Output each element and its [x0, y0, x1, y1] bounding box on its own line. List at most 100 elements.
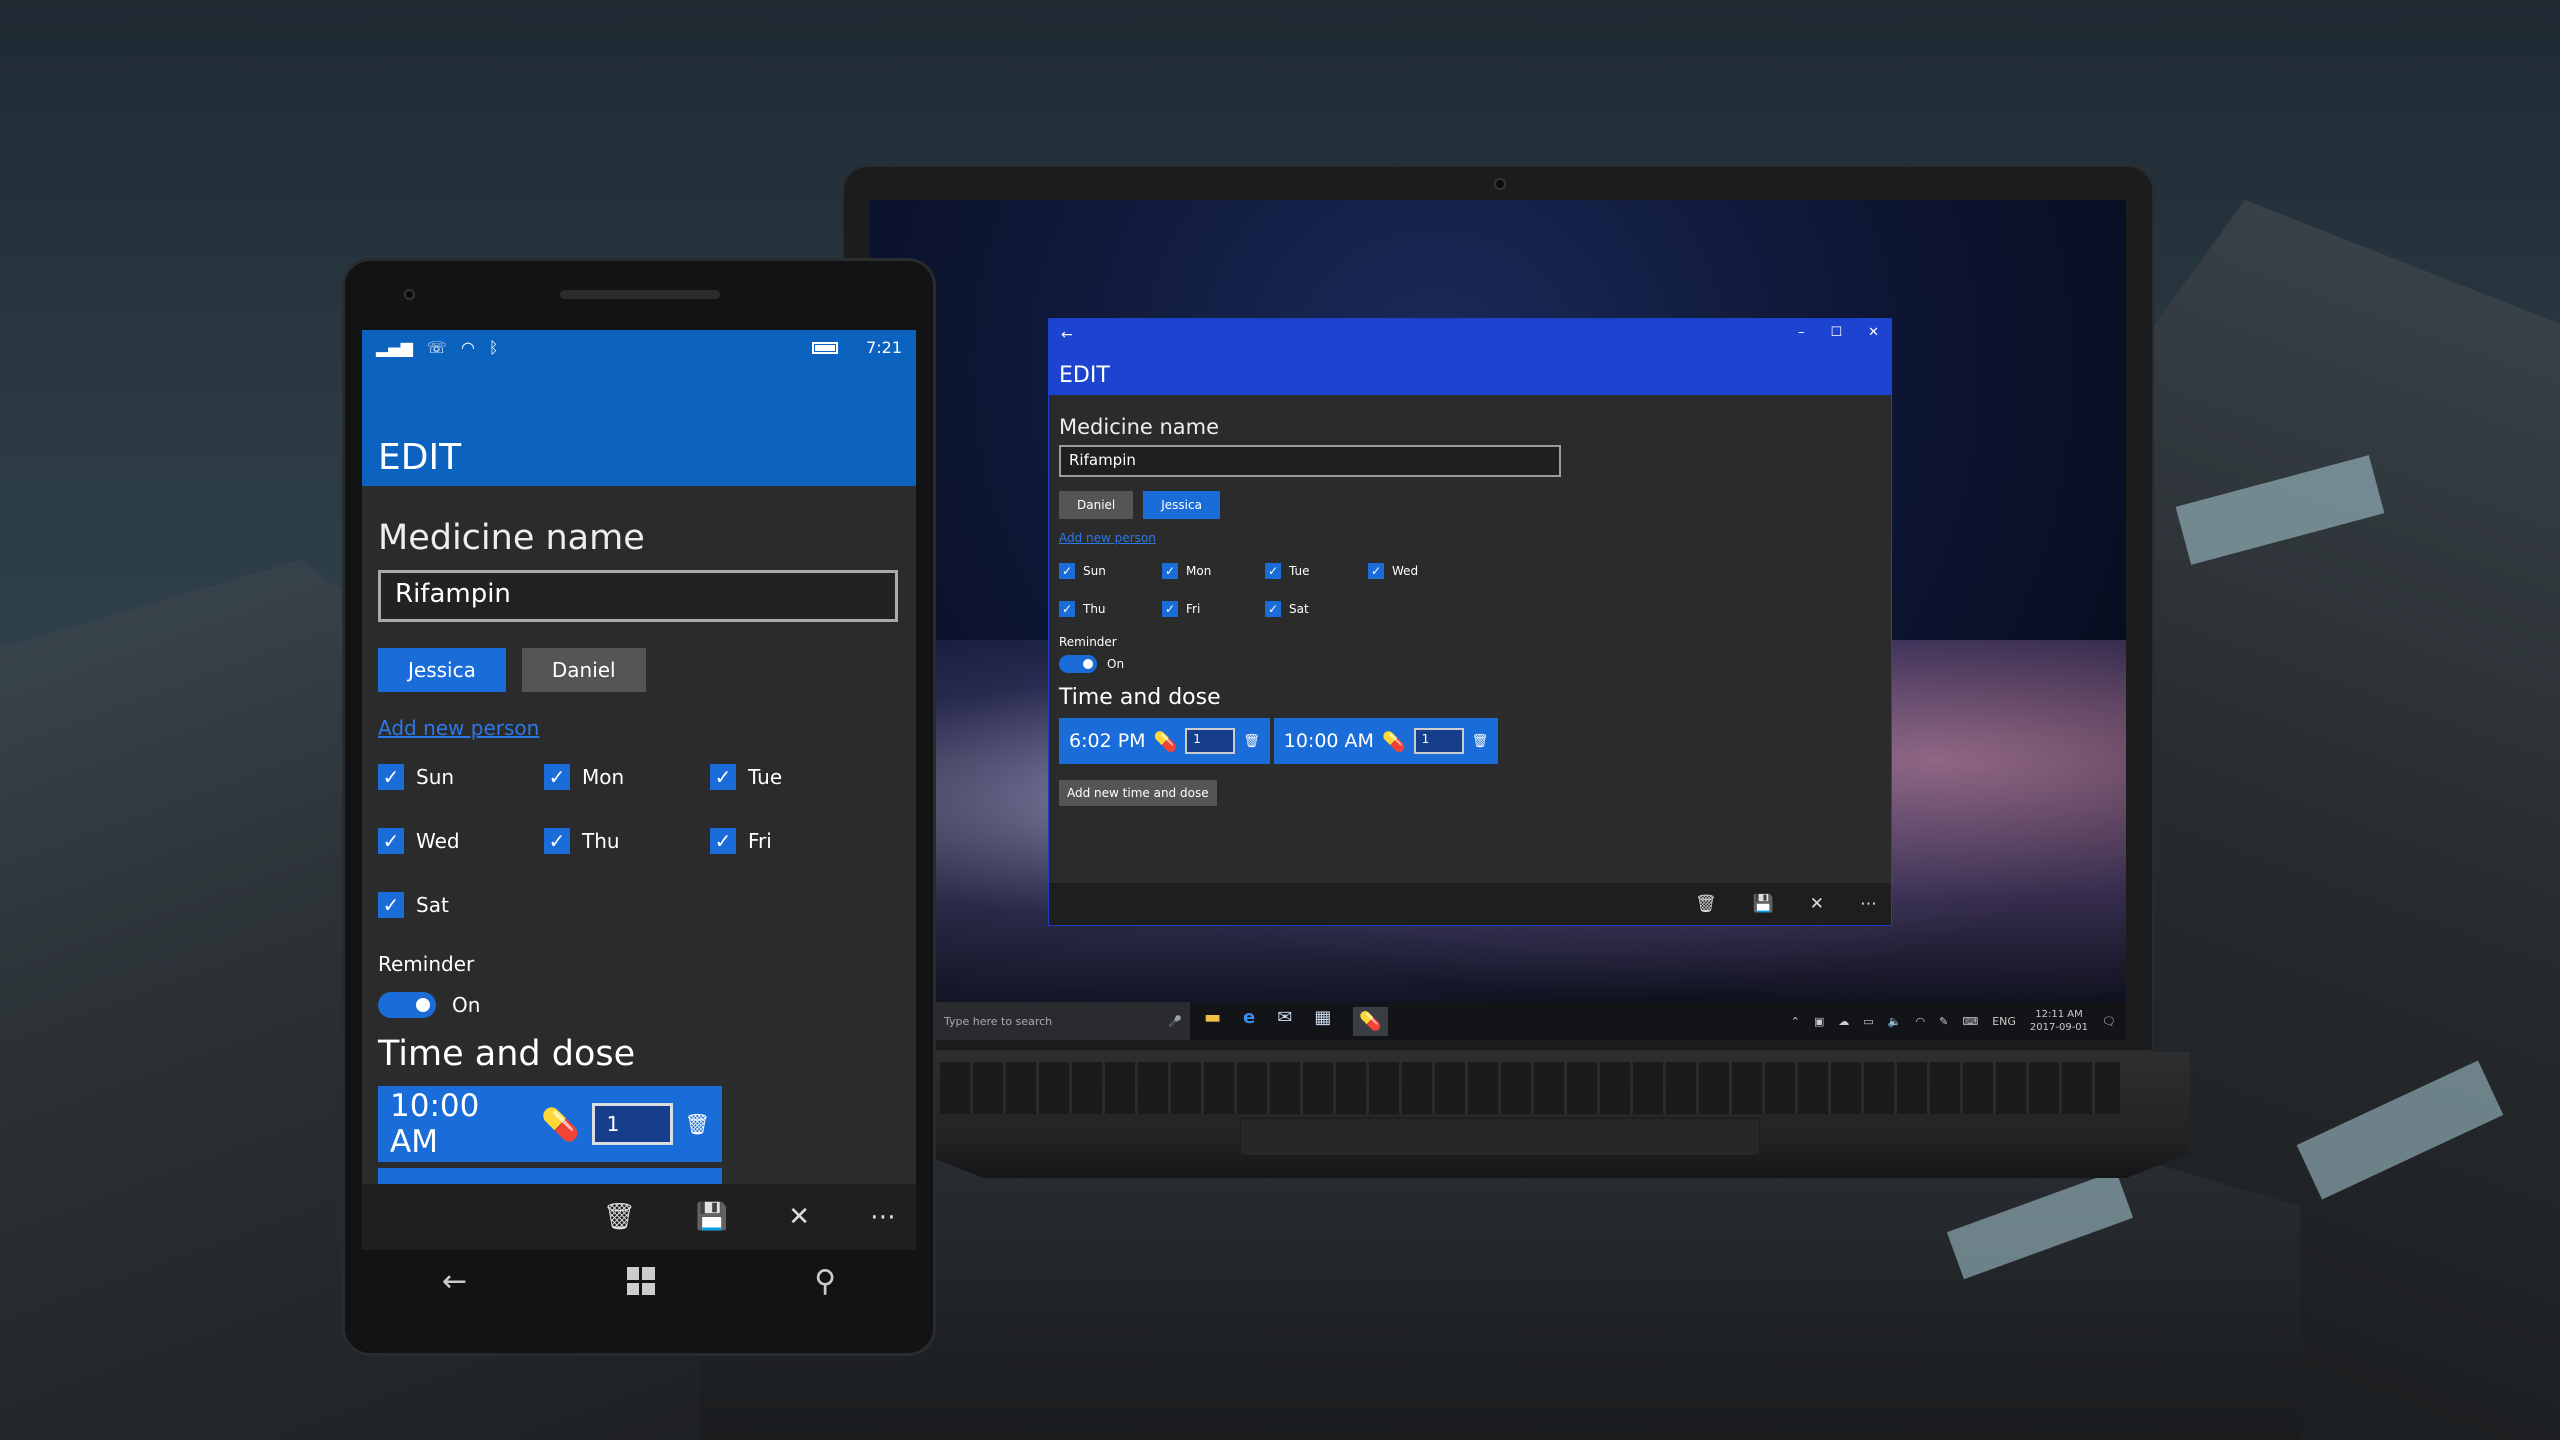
close-icon[interactable]: ✕ — [1868, 325, 1879, 340]
maximize-icon[interactable]: ☐ — [1830, 325, 1842, 340]
day-checkbox-thu[interactable]: ✓ Thu — [1059, 601, 1162, 617]
day-checkbox-fri[interactable]: ✓ Fri — [710, 828, 876, 854]
days-checklist: ✓ Sun ✓ Mon ✓ Tue ✓ Wed ✓ Thu ✓ Fri ✓ Sat — [378, 764, 900, 918]
checkmark-icon: ✓ — [1265, 563, 1281, 579]
system-tray: ⌃ ▣ ☁ ▭ 🔈 ◠ ✎ ⌨ ENG 12:11 AM 2017-09-01 … — [1791, 1008, 2126, 1034]
reminder-state: On — [452, 993, 481, 1017]
medicine-app-icon[interactable]: 💊 — [1353, 1006, 1388, 1036]
search-placeholder: Type here to search — [944, 1014, 1053, 1028]
reminder-toggle[interactable] — [378, 992, 436, 1018]
more-icon[interactable]: ⋯ — [1860, 894, 1877, 914]
cancel-icon[interactable]: ✕ — [1810, 894, 1824, 914]
window-controls: – ☐ ✕ — [1798, 325, 1879, 340]
dose-item-partial[interactable] — [378, 1168, 722, 1184]
save-icon[interactable]: 💾 — [696, 1202, 728, 1232]
taskbar-search[interactable]: Type here to search 🎤 — [936, 1002, 1190, 1040]
laptop-touchpad — [1240, 1118, 1760, 1156]
checkmark-icon: ✓ — [1265, 601, 1281, 617]
taskbar: Type here to search 🎤 ▬ e ✉ ▦ 💊 ⌃ ▣ ☁ ▭ … — [936, 1002, 2126, 1040]
medicine-name-input[interactable]: Rifampin — [1059, 445, 1561, 477]
search-icon[interactable]: ⚲ — [814, 1264, 836, 1299]
onedrive-icon[interactable]: ☁ — [1838, 1015, 1849, 1028]
dose-time[interactable]: 10:00 AM — [1284, 730, 1374, 752]
wifi-icon[interactable]: ◠ — [1915, 1015, 1925, 1028]
file-explorer-icon[interactable]: ▬ — [1204, 1007, 1221, 1036]
day-checkbox-sat[interactable]: ✓ Sat — [1265, 601, 1368, 617]
dose-quantity-input[interactable]: 1 — [1413, 728, 1464, 754]
day-checkbox-mon[interactable]: ✓ Mon — [544, 764, 710, 790]
dose-item[interactable]: 10:00 AM 💊 1 🗑 — [378, 1086, 722, 1162]
checkmark-icon: ✓ — [1162, 563, 1178, 579]
command-bar: 🗑 💾 ✕ ⋯ — [362, 1184, 916, 1250]
time-dose-heading: Time and dose — [1059, 685, 1221, 710]
day-checkbox-sun[interactable]: ✓ Sun — [378, 764, 544, 790]
reminder-toggle[interactable] — [1059, 655, 1097, 673]
person-button-daniel[interactable]: Daniel — [521, 648, 646, 692]
battery-icon[interactable]: ▭ — [1863, 1015, 1873, 1028]
phone-speaker — [560, 290, 720, 299]
day-checkbox-sat[interactable]: ✓ Sat — [378, 892, 544, 918]
dose-item[interactable]: 10:00 AM 💊 1 🗑 — [1273, 718, 1499, 764]
cancel-icon[interactable]: ✕ — [788, 1202, 810, 1232]
edge-browser-icon[interactable]: e — [1243, 1007, 1255, 1036]
windows-start-icon[interactable] — [626, 1267, 655, 1295]
microphone-icon[interactable]: 🎤 — [1168, 1015, 1182, 1028]
add-new-person-link[interactable]: Add new person — [378, 716, 900, 740]
checkmark-icon: ✓ — [544, 828, 570, 854]
dose-item[interactable]: 6:02 PM 💊 1 🗑 — [1059, 718, 1270, 764]
checkmark-icon: ✓ — [1059, 563, 1075, 579]
more-icon[interactable]: ⋯ — [870, 1202, 896, 1232]
pen-icon[interactable]: ✎ — [1939, 1015, 1948, 1028]
person-button-jessica[interactable]: Jessica — [1143, 491, 1220, 519]
signal-icon: ▂▄▆ — [376, 338, 413, 357]
checkmark-icon: ✓ — [710, 828, 736, 854]
day-checkbox-wed[interactable]: ✓ Wed — [1368, 563, 1471, 579]
person-button-daniel[interactable]: Daniel — [1059, 491, 1134, 519]
reminder-label: Reminder — [378, 952, 475, 976]
mail-icon[interactable]: ✉ — [1277, 1007, 1292, 1036]
chevron-up-icon[interactable]: ⌃ — [1791, 1015, 1800, 1028]
tablet-mode-icon[interactable]: ▣ — [1814, 1015, 1824, 1028]
phone-status-bar: ▂▄▆ ☏ ◠ ᛒ 7:21 — [362, 330, 916, 365]
calendar-icon[interactable]: ▦ — [1314, 1007, 1331, 1036]
day-checkbox-tue[interactable]: ✓ Tue — [1265, 563, 1368, 579]
add-time-dose-button[interactable]: Add new time and dose — [1059, 780, 1217, 806]
person-button-jessica[interactable]: Jessica — [378, 648, 506, 692]
dose-time[interactable]: 10:00 AM — [390, 1088, 529, 1160]
minimize-icon[interactable]: – — [1798, 325, 1805, 340]
day-checkbox-sun[interactable]: ✓ Sun — [1059, 563, 1162, 579]
delete-icon[interactable]: 🗑 — [1695, 894, 1717, 914]
volume-icon[interactable]: 🔈 — [1888, 1015, 1902, 1028]
back-arrow-icon[interactable]: ← — [442, 1264, 467, 1299]
window-titlebar: ← – ☐ ✕ EDIT — [1049, 319, 1891, 395]
day-checkbox-wed[interactable]: ✓ Wed — [378, 828, 544, 854]
back-arrow-icon[interactable]: ← — [1061, 327, 1073, 343]
trash-icon[interactable]: 🗑 — [685, 1112, 710, 1136]
checkmark-icon: ✓ — [1059, 601, 1075, 617]
language-indicator[interactable]: ENG — [1992, 1015, 2016, 1028]
medicine-name-input[interactable]: Rifampin — [378, 570, 898, 622]
trash-icon[interactable]: 🗑 — [1243, 734, 1260, 749]
day-checkbox-mon[interactable]: ✓ Mon — [1162, 563, 1265, 579]
keyboard-icon[interactable]: ⌨ — [1962, 1015, 1978, 1028]
taskbar-clock[interactable]: 12:11 AM 2017-09-01 — [2030, 1008, 2088, 1034]
battery-icon — [812, 341, 839, 354]
add-new-person-link[interactable]: Add new person — [1059, 531, 1881, 545]
trash-icon[interactable]: 🗑 — [1472, 734, 1489, 749]
pill-icon: 💊 — [1153, 730, 1178, 753]
checkmark-icon: ✓ — [1162, 601, 1178, 617]
dose-quantity-input[interactable]: 1 — [591, 1103, 673, 1145]
clock-date: 2017-09-01 — [2029, 1022, 2089, 1033]
day-checkbox-thu[interactable]: ✓ Thu — [544, 828, 710, 854]
save-icon[interactable]: 💾 — [1753, 894, 1774, 914]
notifications-icon[interactable]: 🗨 — [2102, 1015, 2116, 1028]
reminder-state: On — [1107, 657, 1125, 671]
day-checkbox-fri[interactable]: ✓ Fri — [1162, 601, 1265, 617]
day-checkbox-tue[interactable]: ✓ Tue — [710, 764, 876, 790]
dose-time[interactable]: 6:02 PM — [1069, 730, 1146, 752]
desktop-app-window: ← – ☐ ✕ EDIT Medicine name Rifampin Dani… — [1048, 318, 1892, 926]
medicine-name-label: Medicine name — [378, 518, 645, 558]
phone-camera — [404, 289, 415, 300]
delete-icon[interactable]: 🗑 — [603, 1202, 636, 1232]
dose-quantity-input[interactable]: 1 — [1185, 728, 1236, 754]
